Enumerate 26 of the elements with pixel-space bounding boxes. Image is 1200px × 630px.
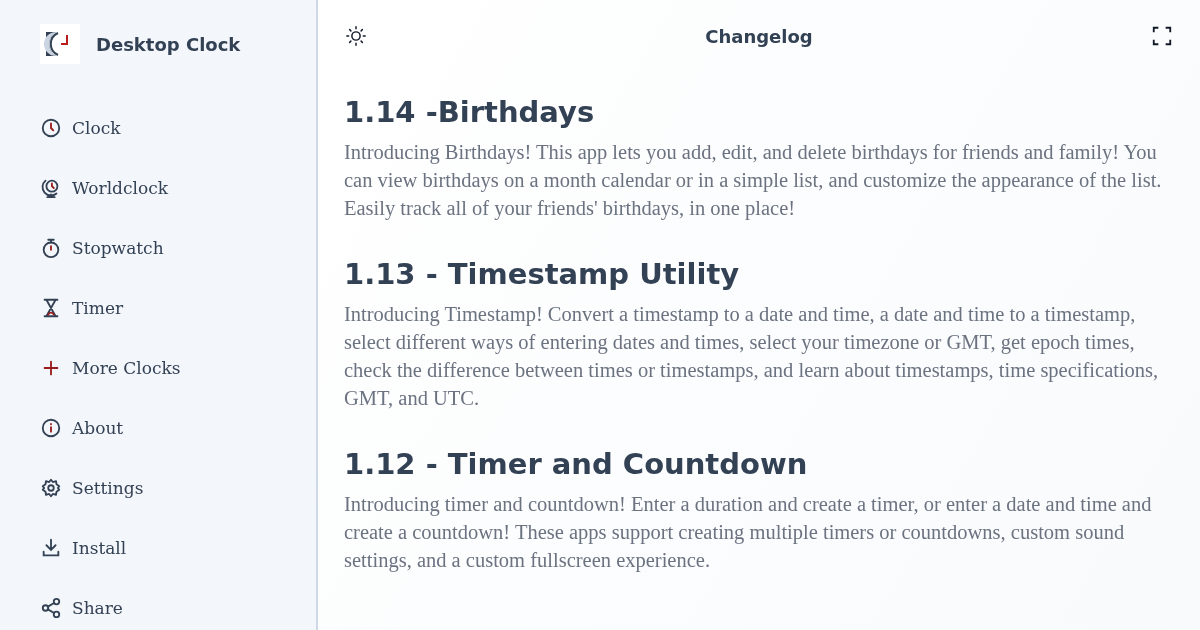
sidebar-item[interactable]: More Clocks (40, 338, 181, 398)
sidebar-item[interactable]: About (40, 398, 124, 458)
clock-icon (40, 117, 62, 139)
sidebar-item[interactable]: Stopwatch (40, 218, 164, 278)
download-icon (40, 537, 62, 559)
app-logo-icon (40, 24, 80, 64)
entry-text: Introducing timer and countdown! Enter a duration and create a timer, or enter a date and time and create a countdown! These apps support creating multiple timers or countdowns, custom sound settings, and a custom fullscreen experience. (344, 492, 1153, 574)
info-icon (40, 417, 62, 439)
sidebar-item[interactable]: Settings (40, 458, 144, 518)
entry-heading: 1.13 - Timestamp Utility (344, 256, 741, 293)
app-name: Desktop Clock (96, 33, 241, 55)
entry-text: Introducing Birthdays! This app lets you add, edit, and delete birthdays for friends and family! You can view birthdays on a month calendar or in a simple list, and customize the appearance of the list. Easily track all of your friends' birthdays, in one place! (344, 140, 1163, 222)
sidebar-item[interactable]: Install (40, 518, 127, 578)
settings-icon (40, 477, 62, 499)
sidebar-item[interactable]: Clock (40, 98, 121, 158)
entry-text: Introducing Timestamp! Convert a timestamp to a date and time, a date and time to a timestamp, select different ways of entering dates and times, select your timezone or GMT, get epoch times, check the difference between times or timestamps, and learn about timestamps, time specifications, GMT, and UTC. (344, 302, 1160, 411)
page-title: Changelog (705, 25, 813, 47)
fullscreen-icon (1151, 25, 1173, 47)
sidebar-item[interactable]: Timer (40, 278, 124, 338)
entry-heading: 1.12 - Timer and Countdown (344, 446, 809, 483)
sidebar-item[interactable]: Share (40, 578, 123, 630)
sun-icon (345, 25, 367, 47)
sidebar-item[interactable]: Worldclock (40, 158, 168, 218)
entry-heading: 1.14 -Birthdays (344, 94, 596, 131)
stopwatch-icon (40, 237, 62, 259)
share-icon (40, 597, 62, 619)
